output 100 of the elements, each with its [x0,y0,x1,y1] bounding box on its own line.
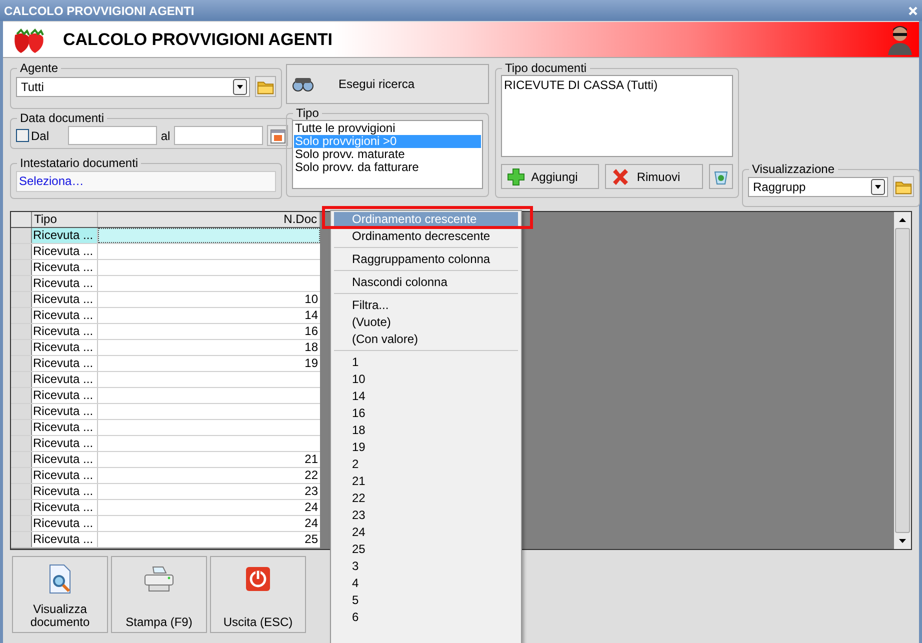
date-to-field[interactable] [174,126,263,145]
calendar-icon [270,128,286,144]
table-cell-text: 24 [304,516,319,531]
menu-item[interactable]: Ordinamento decrescente [334,229,518,243]
table-cell: Ricevuta ... [32,356,98,371]
row-header[interactable] [11,244,32,259]
row-header[interactable] [11,340,32,355]
menu-item[interactable]: 22 [334,491,518,505]
owner-field[interactable]: Seleziona… [16,171,276,192]
row-header[interactable] [11,292,32,307]
table-cell: Ricevuta ... [32,372,98,387]
trash-button[interactable] [709,164,733,189]
calendar-button[interactable] [267,125,288,146]
menu-item[interactable]: 14 [334,389,518,403]
menu-item[interactable]: 24 [334,525,518,539]
table-cell-text: 16 [304,324,319,339]
menu-item[interactable]: 23 [334,508,518,522]
row-header[interactable] [11,372,32,387]
row-header[interactable] [11,500,32,515]
row-header[interactable] [11,484,32,499]
menu-item[interactable]: Raggruppamento colonna [334,252,518,266]
table-cell-text: 25 [304,532,319,547]
group-label: Tipo documenti [504,62,588,75]
table-cell-text: 23 [304,484,319,499]
row-header[interactable] [11,420,32,435]
person-icon [887,24,913,54]
plus-icon [507,168,525,186]
checkbox-label: Dal [31,128,50,144]
header-title: CALCOLO PROVVIGIONI AGENTI [63,28,334,51]
column-header[interactable]: N.Doc [98,212,320,227]
table-cell: Ricevuta ... [32,516,98,531]
column-header[interactable]: Tipo [32,212,98,227]
row-header[interactable] [11,404,32,419]
folder-button[interactable] [255,76,276,97]
menu-item[interactable]: (Vuote) [334,315,518,329]
menu-item[interactable]: 1 [334,355,518,369]
row-header[interactable] [11,308,32,323]
date-from-field[interactable] [68,126,157,145]
group-label: Data documenti [19,112,106,125]
view-dropdown[interactable]: Raggrupp [748,176,888,196]
table-cell: Ricevuta ... [32,276,98,291]
folder-button[interactable] [893,176,914,197]
list-item[interactable]: Solo provv. maturate [294,148,481,161]
cross-icon [611,168,629,186]
table-cell-text: 18 [304,340,319,355]
exit-button[interactable]: Uscita (ESC) [210,556,306,633]
menu-item[interactable]: 16 [334,406,518,420]
menu-item[interactable]: 4 [334,576,518,590]
field-label: al [160,128,172,144]
menu-item[interactable]: Filtra... [334,298,518,312]
table-cell-text: 21 [304,452,319,467]
row-header[interactable] [11,516,32,531]
menu-item[interactable]: 6 [334,610,518,624]
row-header[interactable] [11,532,32,547]
menu-item[interactable]: Nascondi colonna [334,275,518,289]
row-header[interactable] [11,260,32,275]
table-cell-text: 10 [304,292,319,307]
table-cell: Ricevuta ... [32,500,98,515]
menu-item[interactable]: 2 [334,457,518,471]
menu-item[interactable]: 21 [334,474,518,488]
group-label: Agente [19,62,60,75]
table-cell: Ricevuta ... [32,420,98,435]
row-header[interactable] [11,324,32,339]
table-cell: Ricevuta ... [32,324,98,339]
menu-item[interactable]: 19 [334,440,518,454]
row-header[interactable] [11,228,32,243]
row-header[interactable] [11,356,32,371]
view-document-button[interactable]: Visualizza documento [12,556,108,633]
menu-item[interactable]: 5 [334,593,518,607]
menu-item[interactable]: 3 [334,559,518,573]
search-button[interactable]: Esegui ricerca [286,64,489,104]
table-cell: Ricevuta ... [32,484,98,499]
list-item[interactable]: Solo provv. da fatturare [294,161,481,174]
table-cell: Ricevuta ... [32,404,98,419]
menu-item[interactable]: 18 [334,423,518,437]
trash-icon [714,168,728,184]
row-header[interactable] [11,436,32,451]
row-header[interactable] [11,388,32,403]
dal-checkbox[interactable] [16,129,29,142]
table-cell: Ricevuta ... [32,468,98,483]
table-cell: Ricevuta ... [32,292,98,307]
table-cell: Ricevuta ... [32,340,98,355]
list-item[interactable]: Tutte le provvigioni [294,122,481,135]
table-cell: Ricevuta ... [32,532,98,547]
row-header[interactable] [11,452,32,467]
print-button[interactable]: Stampa (F9) [111,556,207,633]
menu-item[interactable]: 25 [334,542,518,556]
table-cell: Ricevuta ... [32,388,98,403]
table-cell-text: 22 [304,468,319,483]
table-cell: Ricevuta ... [32,452,98,467]
binoculars-icon [291,76,315,92]
row-header[interactable] [11,276,32,291]
menu-item[interactable]: (Con valore) [334,332,518,346]
scrollbar[interactable] [894,212,911,549]
add-button[interactable]: Aggiungi [501,164,599,189]
list-item[interactable]: RICEVUTE DI CASSA (Tutti) [504,78,730,92]
agent-dropdown[interactable]: Tutti [16,76,250,96]
row-header[interactable] [11,468,32,483]
menu-item[interactable]: 10 [334,372,518,386]
remove-button[interactable]: Rimuovi [605,164,703,189]
